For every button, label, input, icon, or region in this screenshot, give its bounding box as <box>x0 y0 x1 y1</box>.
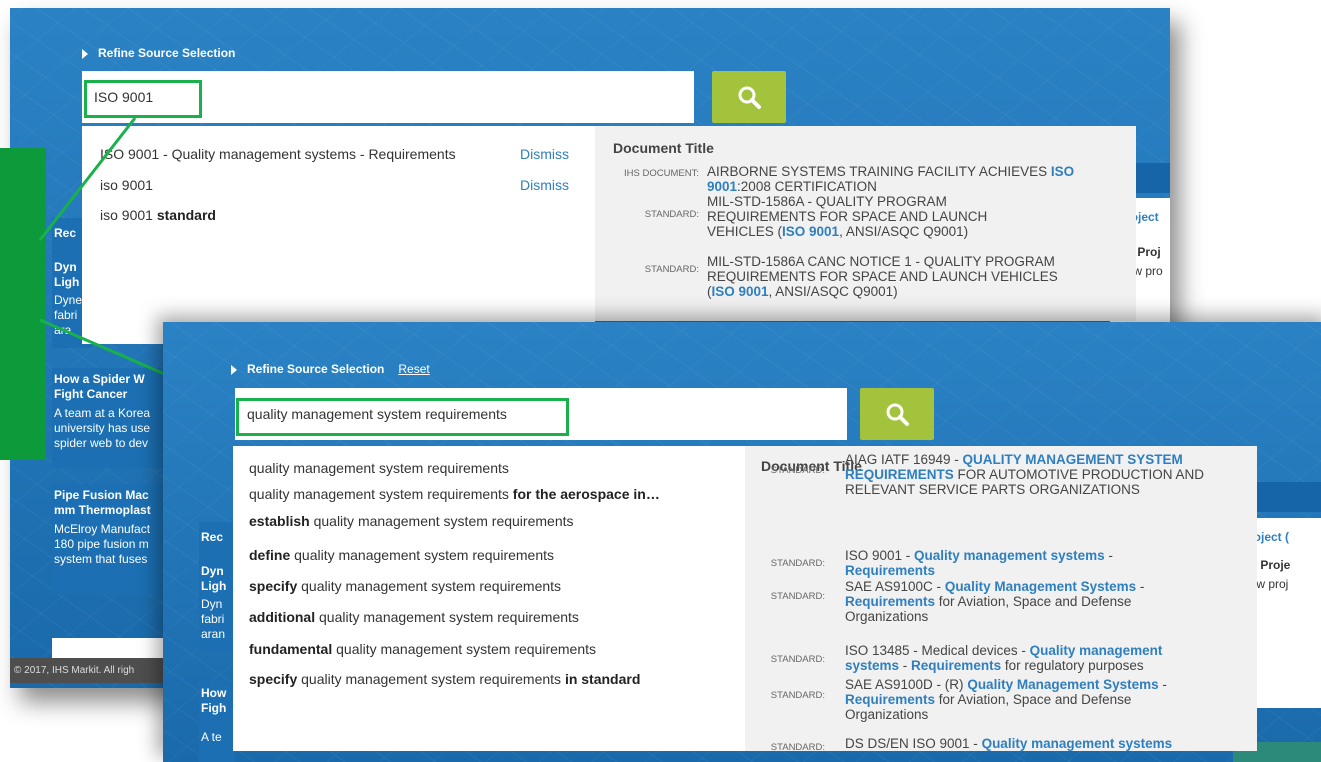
suggestion-item[interactable]: additional quality management system req… <box>249 609 579 625</box>
document-result[interactable]: SAE AS9100D - (R) Quality Management Sys… <box>845 677 1215 722</box>
doc-type-label: STANDARD: <box>770 690 825 701</box>
caret-right-icon <box>231 364 237 375</box>
suggestion-item[interactable]: quality management system requirements f… <box>249 486 660 502</box>
suggestion-item[interactable]: quality management system requirements <box>249 460 509 476</box>
news-item[interactable]: How Figh A te <box>199 682 235 762</box>
suggestion-item[interactable]: establish quality management system requ… <box>249 513 574 529</box>
doc-type-label: STANDARD: <box>770 558 825 569</box>
document-results-pane: Document Title STANDARD: AIAG IATF 16949… <box>745 446 1257 751</box>
document-result[interactable]: DS DS/EN ISO 9001 - Quality management s… <box>845 736 1245 751</box>
doc-type-label: STANDARD: <box>770 654 825 665</box>
refine-source-toggle[interactable]: Refine Source Selection Reset <box>231 362 430 376</box>
news-snippet: A te <box>201 730 222 744</box>
reset-link[interactable]: Reset <box>398 362 429 376</box>
recent-header: Rec <box>201 530 224 544</box>
document-result[interactable]: ISO 9001 - Quality management systems - … <box>845 548 1195 578</box>
news-title[interactable]: How Figh <box>201 686 231 716</box>
doc-type-label: STANDARD: <box>770 742 825 751</box>
search-button[interactable] <box>860 388 934 440</box>
news-snippet: Dyn fabri aran <box>201 597 226 641</box>
suggestion-item[interactable]: specify quality management system requir… <box>249 671 640 687</box>
highlight-box <box>84 80 202 118</box>
search-icon <box>886 403 909 426</box>
news-title[interactable]: Dyn <box>201 564 224 579</box>
document-result[interactable]: SAE AS9100C - Quality Management Systems… <box>845 579 1195 624</box>
highlight-box <box>236 398 569 436</box>
news-title[interactable]: Ligh <box>201 579 226 594</box>
suggestion-item[interactable]: define quality management system require… <box>249 547 554 563</box>
doc-type-label: STANDARD: <box>770 465 825 476</box>
document-result[interactable]: AIAG IATF 16949 - QUALITY MANAGEMENT SYS… <box>845 452 1215 497</box>
suggestion-dropdown: quality management system requirements q… <box>233 446 745 751</box>
suggestion-item[interactable]: specify quality management system requir… <box>249 578 561 594</box>
suggestion-item[interactable]: fundamental quality management system re… <box>249 641 596 657</box>
doc-type-label: STANDARD: <box>770 591 825 602</box>
news-column: Rec Dyn Ligh Dyn fabri aran <box>199 522 235 652</box>
document-result[interactable]: ISO 13485 - Medical devices - Quality ma… <box>845 643 1215 673</box>
